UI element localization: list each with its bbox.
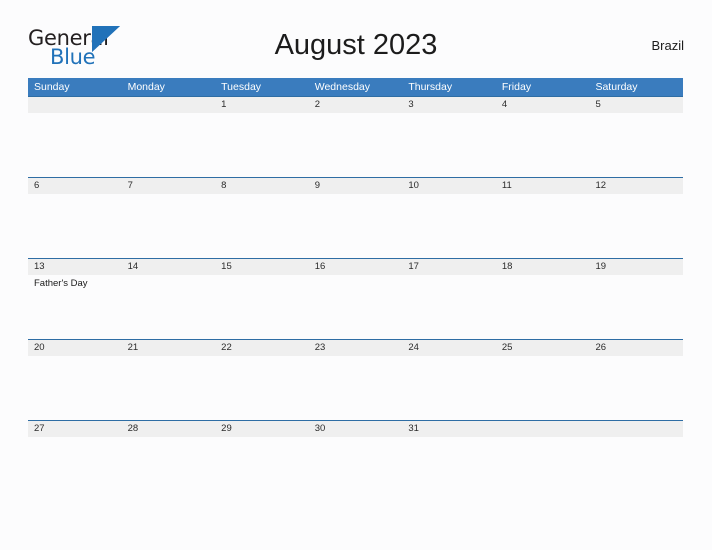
page-header: General Blue August 2023 Brazil (28, 24, 684, 70)
day-cells-row (28, 437, 683, 500)
day-cell[interactable] (589, 194, 683, 257)
day-cell[interactable] (402, 194, 496, 257)
day-number[interactable]: 13 (28, 259, 122, 275)
day-cell[interactable] (496, 275, 590, 338)
day-number[interactable]: 10 (402, 178, 496, 194)
day-number[interactable]: 26 (589, 340, 683, 356)
day-cell[interactable] (402, 356, 496, 419)
week-row: 20 21 22 23 24 25 26 (28, 339, 683, 420)
day-number[interactable]: 12 (589, 178, 683, 194)
day-cell[interactable] (215, 275, 309, 338)
weekday-friday: Friday (501, 81, 532, 93)
week-row: 1 2 3 4 5 (28, 96, 683, 177)
day-number[interactable]: 7 (122, 178, 216, 194)
day-cell[interactable] (402, 275, 496, 338)
day-number[interactable]: 19 (589, 259, 683, 275)
day-number[interactable]: 15 (215, 259, 309, 275)
day-cells-row (28, 113, 683, 176)
day-cell[interactable] (215, 356, 309, 419)
day-number-band: 13 14 15 16 17 18 19 (28, 259, 683, 275)
day-number[interactable]: 5 (589, 97, 683, 113)
day-number[interactable]: 4 (496, 97, 590, 113)
day-cells-row (28, 194, 683, 257)
day-number[interactable]: 21 (122, 340, 216, 356)
day-cell[interactable] (28, 437, 122, 500)
day-number[interactable]: 23 (309, 340, 403, 356)
day-cell[interactable] (215, 437, 309, 500)
day-cells-row (28, 356, 683, 419)
day-number[interactable]: 1 (215, 97, 309, 113)
weekday-sunday: Sunday (34, 81, 70, 93)
day-number[interactable] (496, 421, 590, 437)
weekday-header-row: Sunday Monday Tuesday Wednesday Thursday… (28, 78, 683, 96)
day-number[interactable]: 22 (215, 340, 309, 356)
day-cell[interactable] (496, 437, 590, 500)
day-cell[interactable] (309, 356, 403, 419)
day-cell[interactable] (589, 275, 683, 338)
day-number[interactable]: 24 (402, 340, 496, 356)
day-number[interactable]: 11 (496, 178, 590, 194)
day-number[interactable]: 14 (122, 259, 216, 275)
day-number[interactable]: 9 (309, 178, 403, 194)
day-cell[interactable] (215, 194, 309, 257)
day-cell[interactable] (496, 113, 590, 176)
day-number[interactable]: 28 (122, 421, 216, 437)
day-cell[interactable] (309, 194, 403, 257)
week-row: 6 7 8 9 10 11 12 (28, 177, 683, 258)
weekday-saturday: Saturday (595, 81, 638, 93)
day-cell[interactable] (122, 437, 216, 500)
day-number[interactable]: 16 (309, 259, 403, 275)
day-number[interactable]: 18 (496, 259, 590, 275)
day-cell[interactable] (402, 437, 496, 500)
day-number[interactable]: 3 (402, 97, 496, 113)
day-cell[interactable] (496, 356, 590, 419)
day-cell[interactable] (402, 113, 496, 176)
week-row: 27 28 29 30 31 (28, 420, 683, 501)
day-number[interactable]: 17 (402, 259, 496, 275)
day-number[interactable]: 29 (215, 421, 309, 437)
week-row: 13 14 15 16 17 18 19 Father's Day (28, 258, 683, 339)
day-cell[interactable] (28, 356, 122, 419)
day-cell[interactable] (589, 437, 683, 500)
day-cells-row: Father's Day (28, 275, 683, 338)
day-number-band: 6 7 8 9 10 11 12 (28, 178, 683, 194)
calendar-page: General Blue August 2023 Brazil Sunday M… (0, 0, 712, 550)
day-number-band: 27 28 29 30 31 (28, 421, 683, 437)
calendar-grid: Sunday Monday Tuesday Wednesday Thursday… (28, 78, 683, 501)
weekday-tuesday: Tuesday (221, 81, 262, 93)
day-number[interactable]: 2 (309, 97, 403, 113)
day-number[interactable]: 20 (28, 340, 122, 356)
day-number[interactable]: 6 (28, 178, 122, 194)
day-cell[interactable] (122, 194, 216, 257)
day-cell[interactable] (309, 437, 403, 500)
day-cell[interactable] (28, 194, 122, 257)
weekday-wednesday: Wednesday (314, 81, 370, 93)
day-number[interactable]: 27 (28, 421, 122, 437)
day-cell[interactable] (28, 113, 122, 176)
day-number-band: 1 2 3 4 5 (28, 97, 683, 113)
country-label: Brazil (651, 38, 684, 53)
page-title: August 2023 (274, 29, 438, 61)
day-number[interactable]: 25 (496, 340, 590, 356)
day-number[interactable] (28, 97, 122, 113)
day-number[interactable]: 31 (402, 421, 496, 437)
day-cell[interactable] (309, 113, 403, 176)
day-cell[interactable] (496, 194, 590, 257)
day-number[interactable] (589, 421, 683, 437)
day-number[interactable]: 30 (309, 421, 403, 437)
day-number-band: 20 21 22 23 24 25 26 (28, 340, 683, 356)
day-number[interactable]: 8 (215, 178, 309, 194)
day-cell[interactable]: Father's Day (28, 275, 122, 338)
day-cell[interactable] (215, 113, 309, 176)
day-cell[interactable] (122, 356, 216, 419)
day-event: Father's Day (34, 278, 88, 289)
day-cell[interactable] (589, 113, 683, 176)
day-cell[interactable] (589, 356, 683, 419)
weekday-thursday: Thursday (408, 81, 453, 93)
day-number[interactable] (122, 97, 216, 113)
day-cell[interactable] (122, 275, 216, 338)
weekday-monday: Monday (127, 81, 165, 93)
day-cell[interactable] (122, 113, 216, 176)
day-cell[interactable] (309, 275, 403, 338)
